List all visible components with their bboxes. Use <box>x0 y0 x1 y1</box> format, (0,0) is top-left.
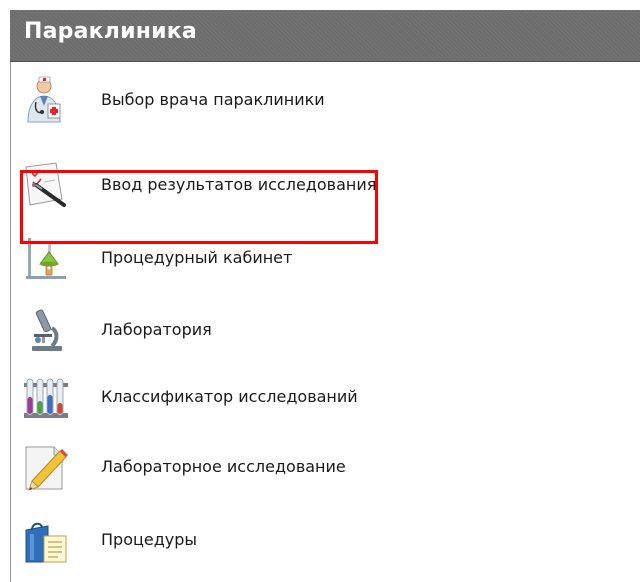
doctor-icon <box>22 76 70 124</box>
test-results-icon <box>22 161 70 209</box>
test-tubes-icon <box>22 373 70 421</box>
panel-title: Параклиника <box>24 19 197 44</box>
menu-item-label: Лабораторное исследование <box>101 457 346 476</box>
menu-item-label: Процедуры <box>101 530 198 549</box>
menu-item-label: Классификатор исследований <box>101 387 358 406</box>
menu-item-label: Процедурный кабинет <box>101 248 293 267</box>
procedure-room-icon <box>22 234 70 282</box>
microscope-icon <box>22 306 70 354</box>
pencil-document-icon <box>22 443 70 491</box>
menu-item-enter-results[interactable]: Ввод результатов исследования <box>10 155 640 215</box>
menu-item-label: Выбор врача параклиники <box>101 90 325 109</box>
menu-item-procedures[interactable]: Процедуры <box>10 510 640 570</box>
paraclinic-panel: Параклиника Выбор врача параклиники Ввод… <box>10 10 640 582</box>
panel-header: Параклиника <box>10 10 640 62</box>
menu-item-lab-study[interactable]: Лабораторное исследование <box>10 437 640 497</box>
menu-item-test-classifier[interactable]: Классификатор исследований <box>10 367 640 427</box>
procedures-icon <box>22 516 70 564</box>
menu-item-laboratory[interactable]: Лаборатория <box>10 300 640 360</box>
menu-item-procedure-room[interactable]: Процедурный кабинет <box>10 228 640 288</box>
menu-item-select-doctor[interactable]: Выбор врача параклиники <box>10 70 640 130</box>
menu-item-label: Лаборатория <box>101 320 212 339</box>
menu-item-label: Ввод результатов исследования <box>101 175 377 194</box>
